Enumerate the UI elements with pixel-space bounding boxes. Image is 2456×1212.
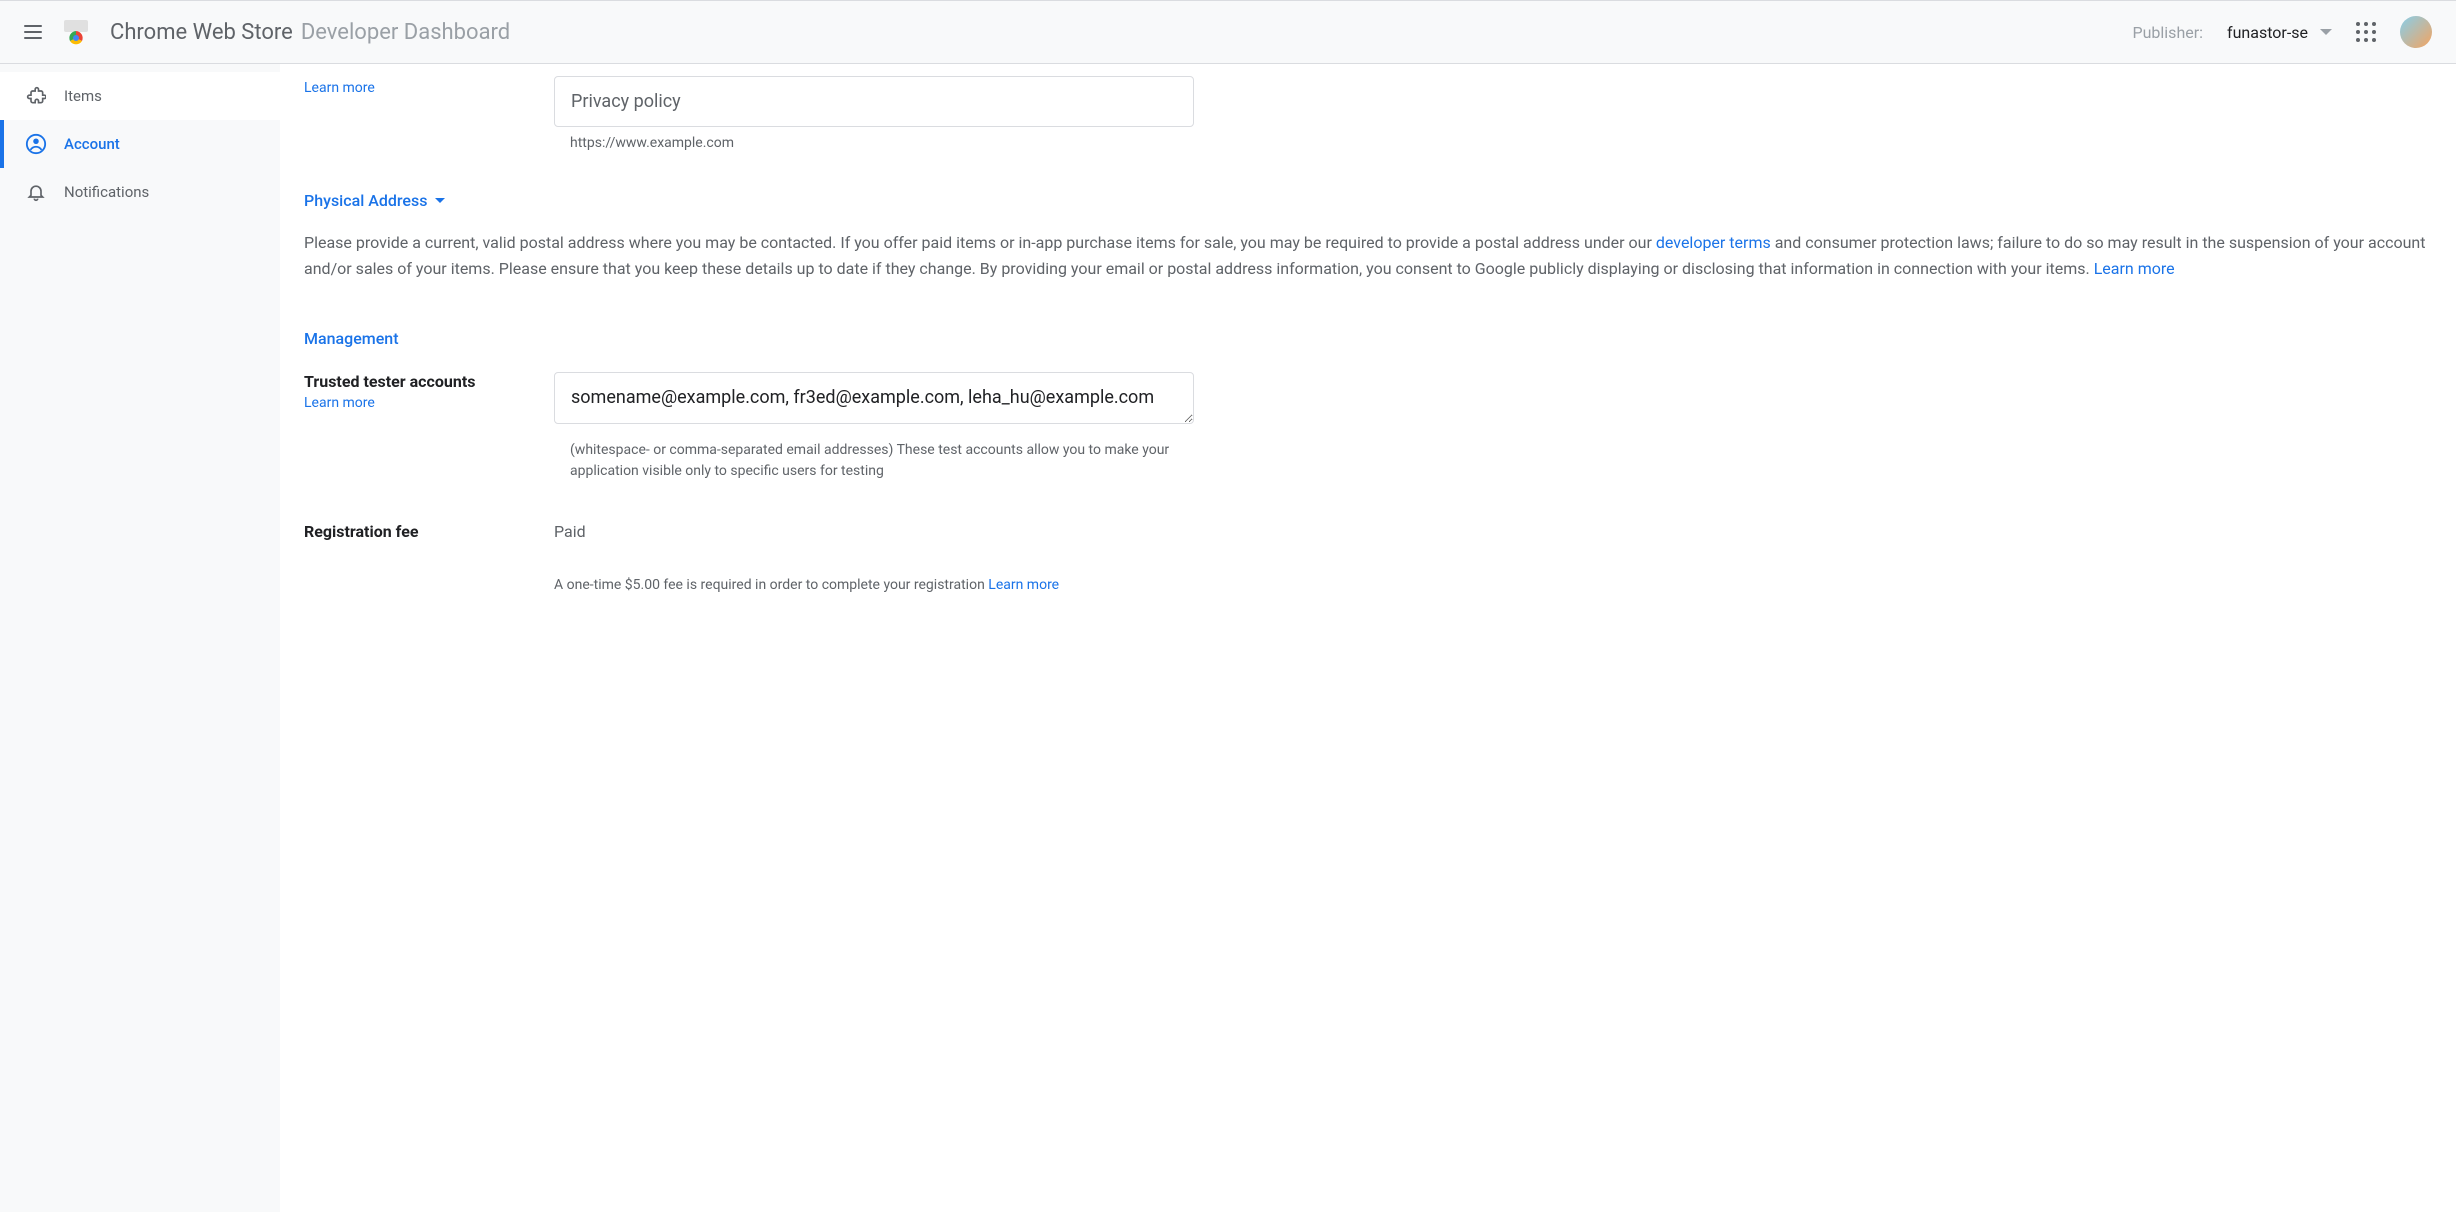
publisher-dropdown[interactable]: funastor-se xyxy=(2227,23,2332,42)
sidebar-item-notifications[interactable]: Notifications xyxy=(0,168,280,216)
extension-icon xyxy=(24,84,48,108)
physical-address-title: Physical Address xyxy=(304,191,427,210)
privacy-helper-text: https://www.example.com xyxy=(554,135,1194,151)
chevron-down-icon xyxy=(2320,29,2332,35)
registration-fee-helper: A one-time $5.00 fee is required in orde… xyxy=(554,577,1194,593)
hamburger-icon xyxy=(24,25,42,39)
privacy-learn-more-link[interactable]: Learn more xyxy=(304,80,554,96)
registration-fee-label: Registration fee xyxy=(304,522,554,541)
sidebar-item-label: Notifications xyxy=(64,183,149,201)
physical-address-description: Please provide a current, valid postal a… xyxy=(304,230,2432,281)
menu-button[interactable] xyxy=(24,25,42,39)
header-title-sub: Developer Dashboard xyxy=(301,20,510,45)
trusted-testers-textarea[interactable] xyxy=(554,372,1194,424)
trusted-testers-learn-more-link[interactable]: Learn more xyxy=(304,395,554,411)
chevron-down-icon xyxy=(435,198,445,203)
sidebar-item-items[interactable]: Items xyxy=(0,72,280,120)
registration-fee-value: Paid xyxy=(554,522,1194,541)
chrome-web-store-logo xyxy=(62,18,90,46)
account-icon xyxy=(24,132,48,156)
header-title-main: Chrome Web Store xyxy=(110,20,293,45)
sidebar-item-label: Account xyxy=(64,135,120,153)
google-apps-button[interactable] xyxy=(2356,22,2376,42)
management-section-title: Management xyxy=(304,329,2432,348)
developer-terms-link[interactable]: developer terms xyxy=(1656,233,1771,252)
main-content: Learn more https://www.example.com Physi… xyxy=(280,64,2456,1212)
sidebar: Items Account Notifications xyxy=(0,64,280,1212)
physical-address-section-toggle[interactable]: Physical Address xyxy=(304,191,2432,210)
bell-icon xyxy=(24,180,48,204)
publisher-value: funastor-se xyxy=(2227,23,2308,42)
registration-fee-learn-more-link[interactable]: Learn more xyxy=(988,577,1059,593)
user-avatar[interactable] xyxy=(2400,16,2432,48)
header: Chrome Web Store Developer Dashboard Pub… xyxy=(0,0,2456,64)
sidebar-item-label: Items xyxy=(64,87,102,105)
sidebar-item-account[interactable]: Account xyxy=(0,120,280,168)
physical-address-learn-more-link[interactable]: Learn more xyxy=(2094,259,2175,278)
trusted-testers-helper: (whitespace- or comma-separated email ad… xyxy=(554,440,1194,482)
trusted-testers-label: Trusted tester accounts xyxy=(304,372,554,391)
privacy-policy-input[interactable] xyxy=(554,76,1194,127)
publisher-label: Publisher: xyxy=(2133,23,2204,42)
